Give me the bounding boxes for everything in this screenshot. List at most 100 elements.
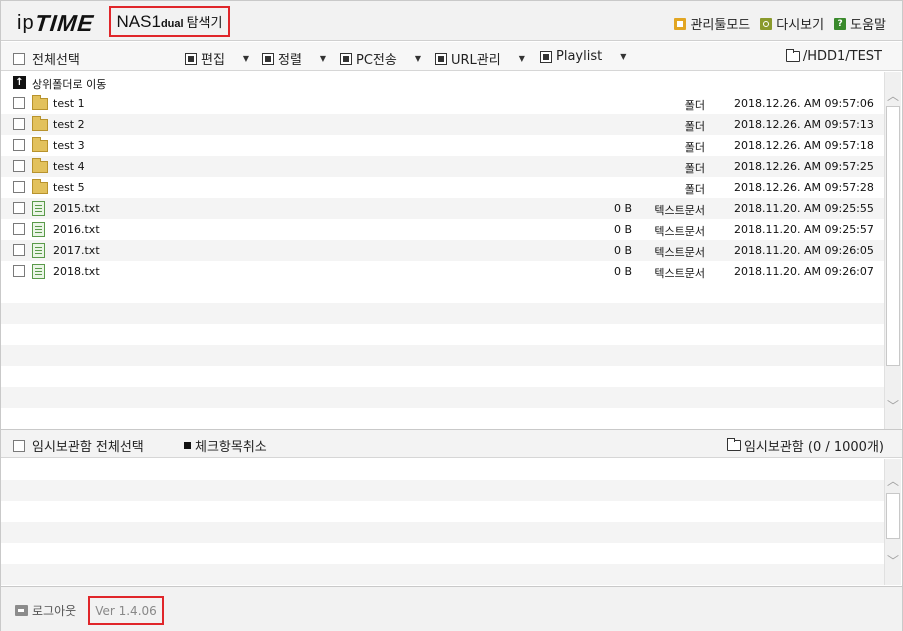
parent-folder-row[interactable]: ↑ 상위폴더로 이동	[1, 72, 885, 93]
file-row[interactable]: test 4 폴더 2018.12.26. AM 09:57:25	[1, 156, 885, 177]
toolbar: 전체선택 편집 ▼ 정렬 ▼ PC전송 ▼ URL관리 ▼ Playlist ▼	[1, 42, 902, 71]
url-dropdown-icon[interactable]: ▼	[519, 54, 525, 63]
file-name[interactable]: 2017.txt	[53, 244, 100, 257]
file-checkbox[interactable]	[13, 118, 25, 130]
temp-storage-bar: 임시보관함 전체선택 체크항목취소 임시보관함 (0 / 1000개)	[1, 429, 902, 458]
product-title: 탐색기	[186, 15, 223, 30]
help-link[interactable]: ? 도움말	[834, 14, 886, 33]
file-list-scrollbar[interactable]: ︿ ﹀	[884, 72, 901, 429]
file-name[interactable]: test 1	[53, 97, 85, 110]
file-size: 0 B	[613, 265, 632, 278]
empty-row	[1, 303, 885, 324]
file-name[interactable]: 2018.txt	[53, 265, 100, 278]
temp-list-scrollbar[interactable]: ︿ ﹀	[884, 459, 901, 585]
pc-transfer-label: PC전송	[356, 53, 397, 68]
uncheck-items-label: 체크항목취소	[195, 440, 267, 455]
file-checkbox[interactable]	[13, 202, 25, 214]
empty-row	[1, 282, 885, 303]
admin-mode-label: 관리툴모드	[690, 18, 751, 33]
file-type: 텍스트문서	[654, 225, 705, 238]
temp-scroll-down-icon[interactable]: ﹀	[885, 553, 901, 569]
minus-icon	[184, 442, 191, 449]
file-checkbox[interactable]	[13, 181, 25, 193]
help-label: 도움말	[850, 18, 886, 33]
file-type: 폴더	[684, 120, 705, 133]
file-date: 2018.11.20. AM 09:25:57	[734, 223, 874, 236]
file-checkbox[interactable]	[13, 139, 25, 151]
footer-bar: 로그아웃 Ver 1.4.06	[1, 586, 902, 631]
current-path-text: /HDD1/TEST	[802, 49, 882, 64]
edit-dropdown-icon[interactable]: ▼	[243, 54, 249, 63]
file-name[interactable]: test 5	[53, 181, 85, 194]
select-all[interactable]: 전체선택	[13, 49, 80, 68]
file-date: 2018.11.20. AM 09:26:07	[734, 265, 874, 278]
sort-dropdown-icon[interactable]: ▼	[320, 54, 326, 63]
file-row[interactable]: test 1 폴더 2018.12.26. AM 09:57:06	[1, 93, 885, 114]
file-type: 폴더	[684, 141, 705, 154]
header-bar: ip TIME NAS1 dual 탐색기 관리툴모드 다시보기 ? 도움말	[1, 1, 902, 41]
temp-folder-icon	[726, 438, 741, 451]
help-icon: ?	[834, 17, 847, 30]
scroll-up-icon[interactable]: ︿	[885, 88, 901, 104]
logout-button[interactable]: 로그아웃	[15, 602, 76, 619]
uncheck-items-button[interactable]: 체크항목취소	[184, 436, 267, 455]
temp-select-all[interactable]: 임시보관함 전체선택	[13, 436, 144, 455]
temp-list-scroll-thumb[interactable]	[886, 493, 900, 539]
temp-empty-row	[1, 480, 885, 501]
temp-select-all-checkbox[interactable]	[13, 439, 25, 452]
file-checkbox[interactable]	[13, 97, 25, 109]
file-name[interactable]: 2015.txt	[53, 202, 100, 215]
temp-empty-row	[1, 564, 885, 585]
file-name[interactable]: test 4	[53, 160, 85, 173]
playlist-button[interactable]: Playlist ▼	[540, 49, 626, 64]
file-row[interactable]: test 2 폴더 2018.12.26. AM 09:57:13	[1, 114, 885, 135]
file-name[interactable]: 2016.txt	[53, 223, 100, 236]
file-row[interactable]: 2015.txt 0 B 텍스트문서 2018.11.20. AM 09:25:55	[1, 198, 885, 219]
file-date: 2018.11.20. AM 09:25:55	[734, 202, 874, 215]
pc-transfer-dropdown-icon[interactable]: ▼	[415, 54, 421, 63]
temp-empty-row	[1, 459, 885, 480]
parent-folder-label: 상위폴더로 이동	[32, 78, 107, 91]
file-type: 텍스트문서	[654, 267, 705, 280]
file-row[interactable]: test 5 폴더 2018.12.26. AM 09:57:28	[1, 177, 885, 198]
reload-label: 다시보기	[776, 18, 825, 33]
select-all-label: 전체선택	[32, 53, 80, 68]
edit-button[interactable]: 편집 ▼	[185, 49, 249, 68]
version-box: Ver 1.4.06	[88, 596, 164, 625]
text-file-icon	[32, 201, 45, 219]
file-size: 0 B	[613, 244, 632, 257]
pc-transfer-icon	[340, 52, 352, 65]
file-checkbox[interactable]	[13, 244, 25, 256]
file-name[interactable]: test 2	[53, 118, 85, 131]
sort-button[interactable]: 정렬 ▼	[262, 49, 326, 68]
temp-scroll-up-icon[interactable]: ︿	[885, 473, 901, 489]
folder-icon	[32, 158, 48, 176]
file-row[interactable]: test 3 폴더 2018.12.26. AM 09:57:18	[1, 135, 885, 156]
file-type: 텍스트문서	[654, 246, 705, 259]
file-checkbox[interactable]	[13, 265, 25, 277]
product-name: NAS1	[116, 11, 161, 31]
current-path: /HDD1/TEST	[785, 49, 882, 64]
file-row[interactable]: 2016.txt 0 B 텍스트문서 2018.11.20. AM 09:25:57	[1, 219, 885, 240]
url-manage-button[interactable]: URL관리 ▼	[435, 49, 525, 68]
file-row[interactable]: 2017.txt 0 B 텍스트문서 2018.11.20. AM 09:26:05	[1, 240, 885, 261]
file-row[interactable]: 2018.txt 0 B 텍스트문서 2018.11.20. AM 09:26:07	[1, 261, 885, 282]
file-type: 폴더	[684, 183, 705, 196]
file-checkbox[interactable]	[13, 160, 25, 172]
admin-mode-link[interactable]: 관리툴모드	[674, 14, 750, 33]
file-list: ↑ 상위폴더로 이동 test 1 폴더 2018.12.26. AM 09:57:…	[1, 72, 885, 429]
pc-transfer-button[interactable]: PC전송 ▼	[340, 49, 421, 68]
reload-link[interactable]: 다시보기	[760, 14, 824, 33]
select-all-checkbox[interactable]	[13, 52, 25, 65]
playlist-dropdown-icon[interactable]: ▼	[620, 52, 626, 61]
reload-icon	[760, 17, 773, 30]
iptime-logo: ip TIME	[17, 8, 95, 36]
file-date: 2018.11.20. AM 09:26:05	[734, 244, 874, 257]
file-date: 2018.12.26. AM 09:57:06	[734, 97, 874, 110]
file-checkbox[interactable]	[13, 223, 25, 235]
temp-select-all-label: 임시보관함 전체선택	[32, 440, 144, 455]
file-list-scroll-thumb[interactable]	[886, 106, 900, 366]
file-name[interactable]: test 3	[53, 139, 85, 152]
product-suffix: dual	[160, 18, 184, 30]
scroll-down-icon[interactable]: ﹀	[885, 398, 901, 414]
